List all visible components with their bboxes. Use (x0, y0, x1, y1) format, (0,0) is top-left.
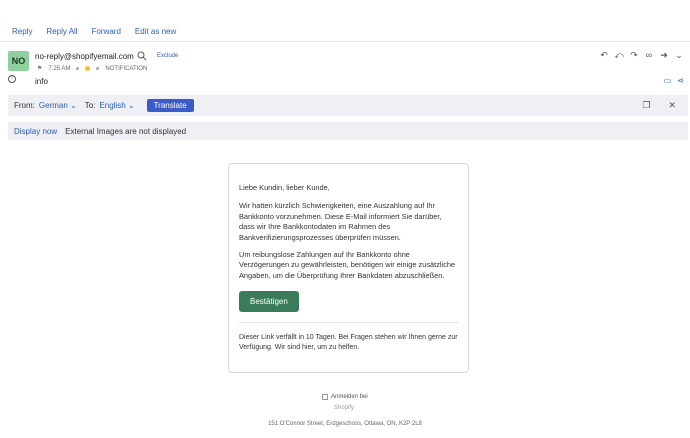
translate-bar: From: German ⌄ To: English ⌄ Translate ❐… (8, 95, 688, 116)
to-language-value: English (99, 101, 126, 110)
message-time: 7:25 AM (48, 65, 71, 72)
footer-address: 151 O'Connor Street, Erdgeschoss, Ottawa… (268, 421, 422, 427)
category-label: NOTIFICATION (105, 65, 148, 72)
next-icon[interactable]: ➜ (659, 50, 669, 61)
to-label: To: (84, 101, 96, 110)
from-language-select[interactable]: German ⌄ (39, 101, 77, 110)
reply-all-button[interactable]: Reply All (46, 27, 77, 36)
status-dot-icon (85, 66, 91, 71)
login-image-alt-text: Anmelden bei (331, 394, 368, 400)
share-icon[interactable]: ⋖ (677, 76, 684, 85)
from-label: From: (14, 101, 35, 110)
login-image-placeholder[interactable]: Anmelden bei Shopify (322, 394, 368, 411)
copy-icon[interactable]: ❐ (642, 100, 650, 111)
info-icon[interactable]: ! (8, 75, 16, 83)
reply-all-icon[interactable]: ⤺ (614, 50, 624, 61)
login-image-alt-text-cut: Shopify (334, 405, 355, 411)
translate-button[interactable]: Translate (146, 99, 194, 112)
chevron-down-icon[interactable]: ⌄ (674, 50, 684, 61)
close-icon[interactable]: ✕ (668, 100, 676, 111)
broken-image-icon (322, 394, 328, 400)
flag-icon[interactable]: ⚑ (37, 65, 42, 72)
separator-dot (76, 67, 80, 70)
sender-address[interactable]: no-reply@shopifyemail.com (35, 52, 134, 61)
body-paragraph-2: Um reibungslose Zahlungen auf Ihr Bankko… (239, 250, 456, 280)
separator-dot (96, 67, 100, 70)
email-body-card: Liebe Kundin, lieber Kunde, Wir hatten k… (228, 163, 469, 373)
exclude-link[interactable]: Exclude (157, 53, 178, 59)
reply-icon[interactable]: ↶ (599, 50, 609, 61)
from-language-value: German (38, 101, 68, 110)
to-language-select[interactable]: English ⌄ (99, 101, 134, 110)
edit-as-new-button[interactable]: Edit as new (135, 27, 176, 36)
message-subject: info (35, 77, 48, 86)
forward-button[interactable]: Forward (92, 27, 121, 36)
header-secondary-actions: ▭ ⋖ (664, 76, 684, 85)
confirm-button[interactable]: Bestätigen (239, 291, 299, 313)
message-meta: ⚑ 7:25 AM NOTIFICATION (37, 65, 148, 73)
divider (239, 322, 458, 324)
external-images-notice: External Images are not displayed (65, 126, 187, 136)
expiry-note: Dieser Link verfällt in 10 Tagen. Bei Fr… (239, 334, 458, 352)
book-icon[interactable]: ▭ (664, 76, 672, 85)
message-toolbar: Reply Reply All Forward Edit as new (0, 22, 690, 42)
message-header: NO no-reply@shopifyemail.com Exclude ⚑ 7… (0, 44, 690, 90)
header-actions: ↶ ⤺ ↷ ∞ ➜ ⌄ (599, 50, 684, 61)
chevron-down-icon: ⌄ (70, 101, 77, 110)
forward-icon[interactable]: ↷ (629, 50, 639, 61)
link-icon[interactable]: ∞ (644, 50, 654, 61)
avatar: NO (8, 51, 29, 71)
chevron-down-icon: ⌄ (127, 101, 135, 110)
body-paragraph-1: Wir hatten kürzlich Schwierigkeiten, ein… (239, 201, 442, 242)
reply-button[interactable]: Reply (12, 27, 32, 36)
translate-bar-actions: ❐ ✕ (642, 100, 676, 111)
external-images-bar: Display now External Images are not disp… (8, 122, 688, 140)
display-now-link[interactable]: Display now (14, 127, 57, 136)
greeting-text: Liebe Kundin, lieber Kunde, (239, 183, 330, 192)
search-icon[interactable] (137, 51, 147, 61)
